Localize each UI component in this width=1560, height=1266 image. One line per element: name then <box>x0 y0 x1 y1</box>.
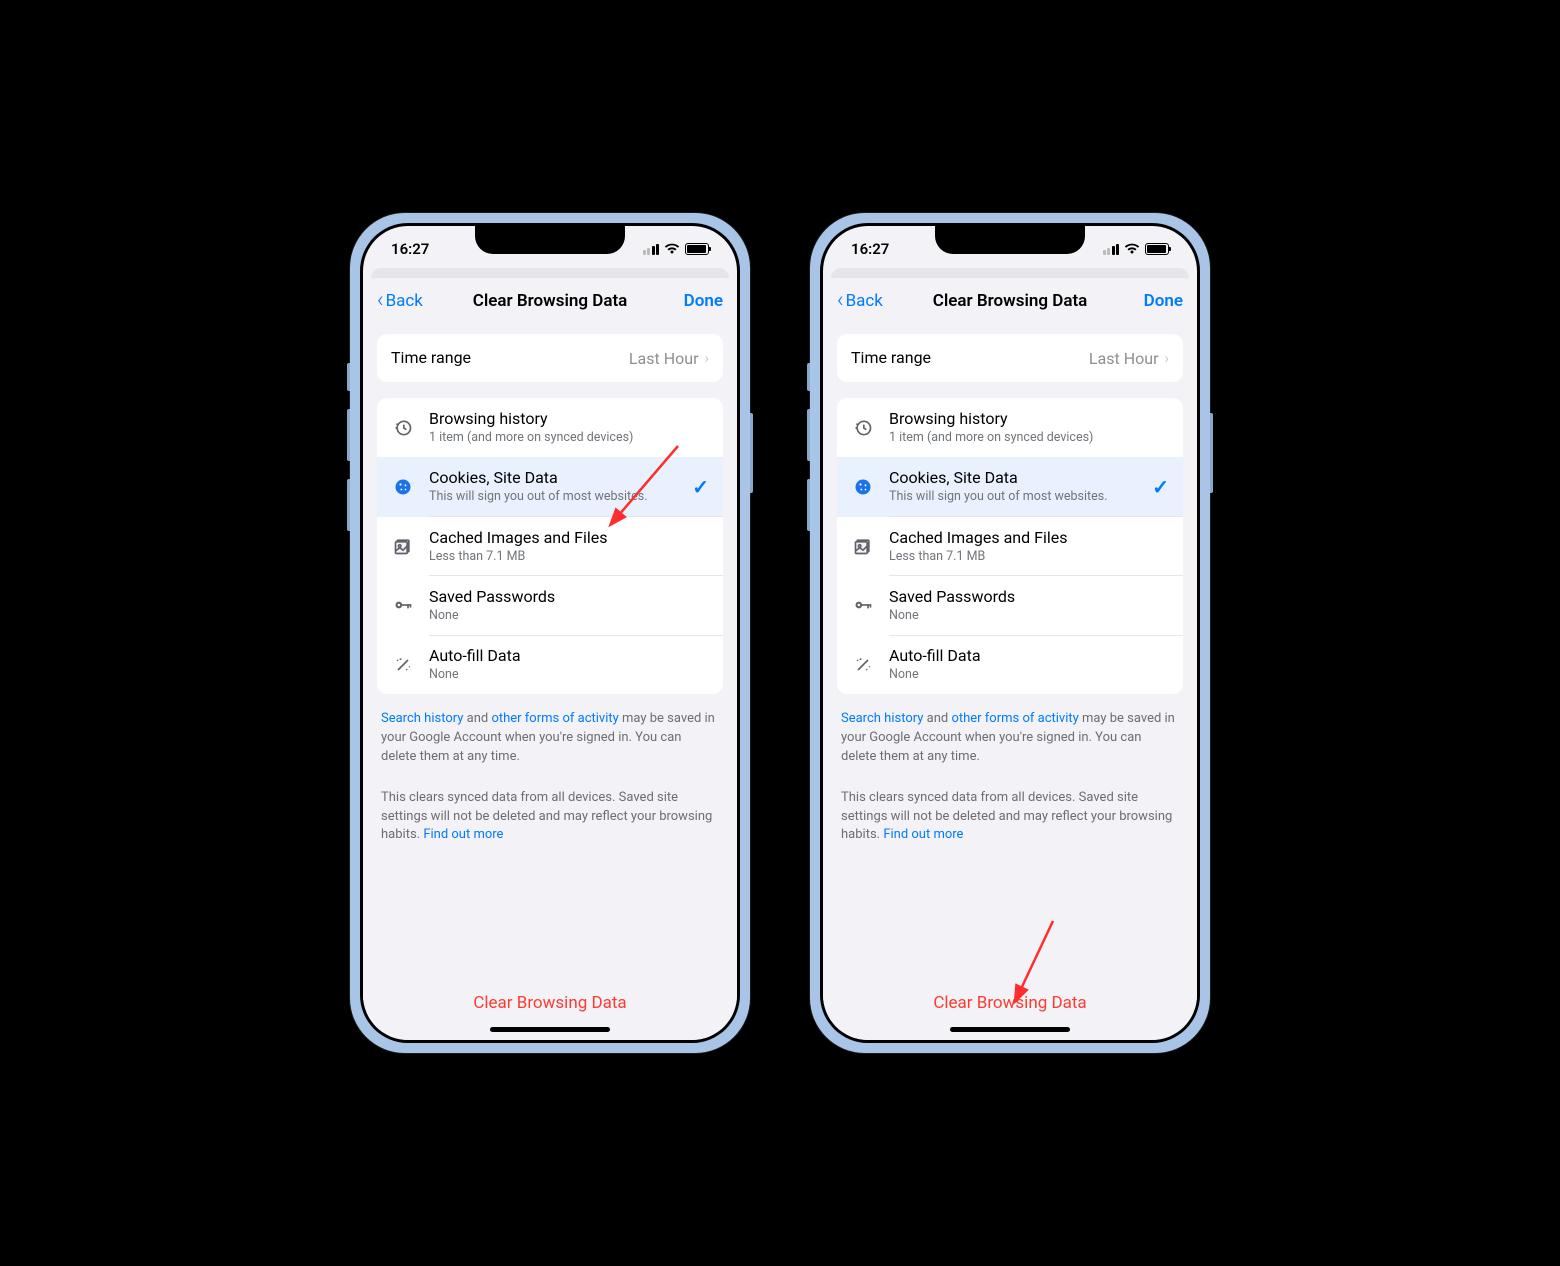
passwords-row[interactable]: Saved Passwords None <box>377 576 723 635</box>
history-icon <box>851 418 875 438</box>
search-history-link[interactable]: Search history <box>381 711 463 726</box>
row-sub: Less than 7.1 MB <box>429 549 709 565</box>
row-sub: None <box>889 667 1169 683</box>
browsing-history-row[interactable]: Browsing history 1 item (and more on syn… <box>377 398 723 457</box>
battery-icon <box>685 243 709 255</box>
row-sub: This will sign you out of most websites. <box>889 489 1144 505</box>
cookie-icon <box>851 477 875 497</box>
phone-left: 16:27 ‹ Back Clear Browsing Data <box>350 213 750 1053</box>
row-title: Cached Images and Files <box>889 528 1169 548</box>
other-activity-link[interactable]: other forms of activity <box>951 711 1078 726</box>
row-sub: This will sign you out of most websites. <box>429 489 684 505</box>
row-title: Browsing history <box>889 409 1169 429</box>
chevron-left-icon: ‹ <box>837 290 844 312</box>
search-history-link[interactable]: Search history <box>841 711 923 726</box>
cache-row[interactable]: Cached Images and Files Less than 7.1 MB <box>377 517 723 576</box>
info-text-1: Search history and other forms of activi… <box>837 710 1183 767</box>
row-title: Browsing history <box>429 409 709 429</box>
row-title: Saved Passwords <box>429 587 709 607</box>
home-indicator[interactable] <box>490 1027 610 1032</box>
cookies-row[interactable]: Cookies, Site Data This will sign you ou… <box>837 457 1183 516</box>
wand-icon <box>851 655 875 675</box>
back-button[interactable]: ‹ Back <box>837 290 883 312</box>
wifi-icon <box>1124 243 1140 255</box>
row-sub: None <box>429 608 709 624</box>
browsing-history-row[interactable]: Browsing history 1 item (and more on syn… <box>837 398 1183 457</box>
chevron-right-icon: › <box>1164 349 1169 367</box>
cache-row[interactable]: Cached Images and Files Less than 7.1 MB <box>837 517 1183 576</box>
nav-bar: ‹ Back Clear Browsing Data Done <box>363 278 737 324</box>
row-sub: Less than 7.1 MB <box>889 549 1169 565</box>
status-time: 16:27 <box>391 240 429 258</box>
clear-browsing-data-button[interactable]: Clear Browsing Data <box>837 979 1183 1021</box>
find-out-more-link[interactable]: Find out more <box>423 827 503 842</box>
find-out-more-link[interactable]: Find out more <box>883 827 963 842</box>
time-range-row[interactable]: Time range Last Hour › <box>377 334 723 382</box>
other-activity-link[interactable]: other forms of activity <box>491 711 618 726</box>
time-range-label: Time range <box>851 348 1089 368</box>
info-text-1: Search history and other forms of activi… <box>377 710 723 767</box>
nav-bar: ‹ Back Clear Browsing Data Done <box>823 278 1197 324</box>
phone-right: 16:27 ‹ Back Clear Browsing Data <box>810 213 1210 1053</box>
history-icon <box>391 418 415 438</box>
time-range-value: Last Hour <box>629 349 699 368</box>
row-sub: 1 item (and more on synced devices) <box>429 430 709 446</box>
row-title: Auto-fill Data <box>429 646 709 666</box>
signal-icon <box>643 244 660 255</box>
clear-browsing-data-button[interactable]: Clear Browsing Data <box>377 979 723 1021</box>
home-indicator[interactable] <box>950 1027 1070 1032</box>
autofill-row[interactable]: Auto-fill Data None <box>377 635 723 694</box>
row-sub: None <box>889 608 1169 624</box>
status-time: 16:27 <box>851 240 889 258</box>
time-range-row[interactable]: Time range Last Hour › <box>837 334 1183 382</box>
image-icon <box>391 536 415 556</box>
done-button[interactable]: Done <box>684 291 723 311</box>
info-text-2: This clears synced data from all devices… <box>837 789 1183 846</box>
chevron-right-icon: › <box>704 349 709 367</box>
time-range-value: Last Hour <box>1089 349 1159 368</box>
autofill-row[interactable]: Auto-fill Data None <box>837 635 1183 694</box>
chevron-left-icon: ‹ <box>377 290 384 312</box>
wand-icon <box>391 655 415 675</box>
cookie-icon <box>391 477 415 497</box>
key-icon <box>851 595 875 615</box>
cookies-row[interactable]: Cookies, Site Data This will sign you ou… <box>377 457 723 516</box>
row-title: Auto-fill Data <box>889 646 1169 666</box>
key-icon <box>391 595 415 615</box>
row-sub: 1 item (and more on synced devices) <box>889 430 1169 446</box>
time-range-label: Time range <box>391 348 629 368</box>
row-sub: None <box>429 667 709 683</box>
done-button[interactable]: Done <box>1144 291 1183 311</box>
checkmark-icon: ✓ <box>1152 475 1169 499</box>
checkmark-icon: ✓ <box>692 475 709 499</box>
back-label: Back <box>386 291 423 311</box>
back-button[interactable]: ‹ Back <box>377 290 423 312</box>
back-label: Back <box>846 291 883 311</box>
signal-icon <box>1103 244 1120 255</box>
passwords-row[interactable]: Saved Passwords None <box>837 576 1183 635</box>
row-title: Cookies, Site Data <box>429 468 684 488</box>
row-title: Cached Images and Files <box>429 528 709 548</box>
image-icon <box>851 536 875 556</box>
row-title: Cookies, Site Data <box>889 468 1144 488</box>
battery-icon <box>1145 243 1169 255</box>
info-text-2: This clears synced data from all devices… <box>377 789 723 846</box>
row-title: Saved Passwords <box>889 587 1169 607</box>
wifi-icon <box>664 243 680 255</box>
